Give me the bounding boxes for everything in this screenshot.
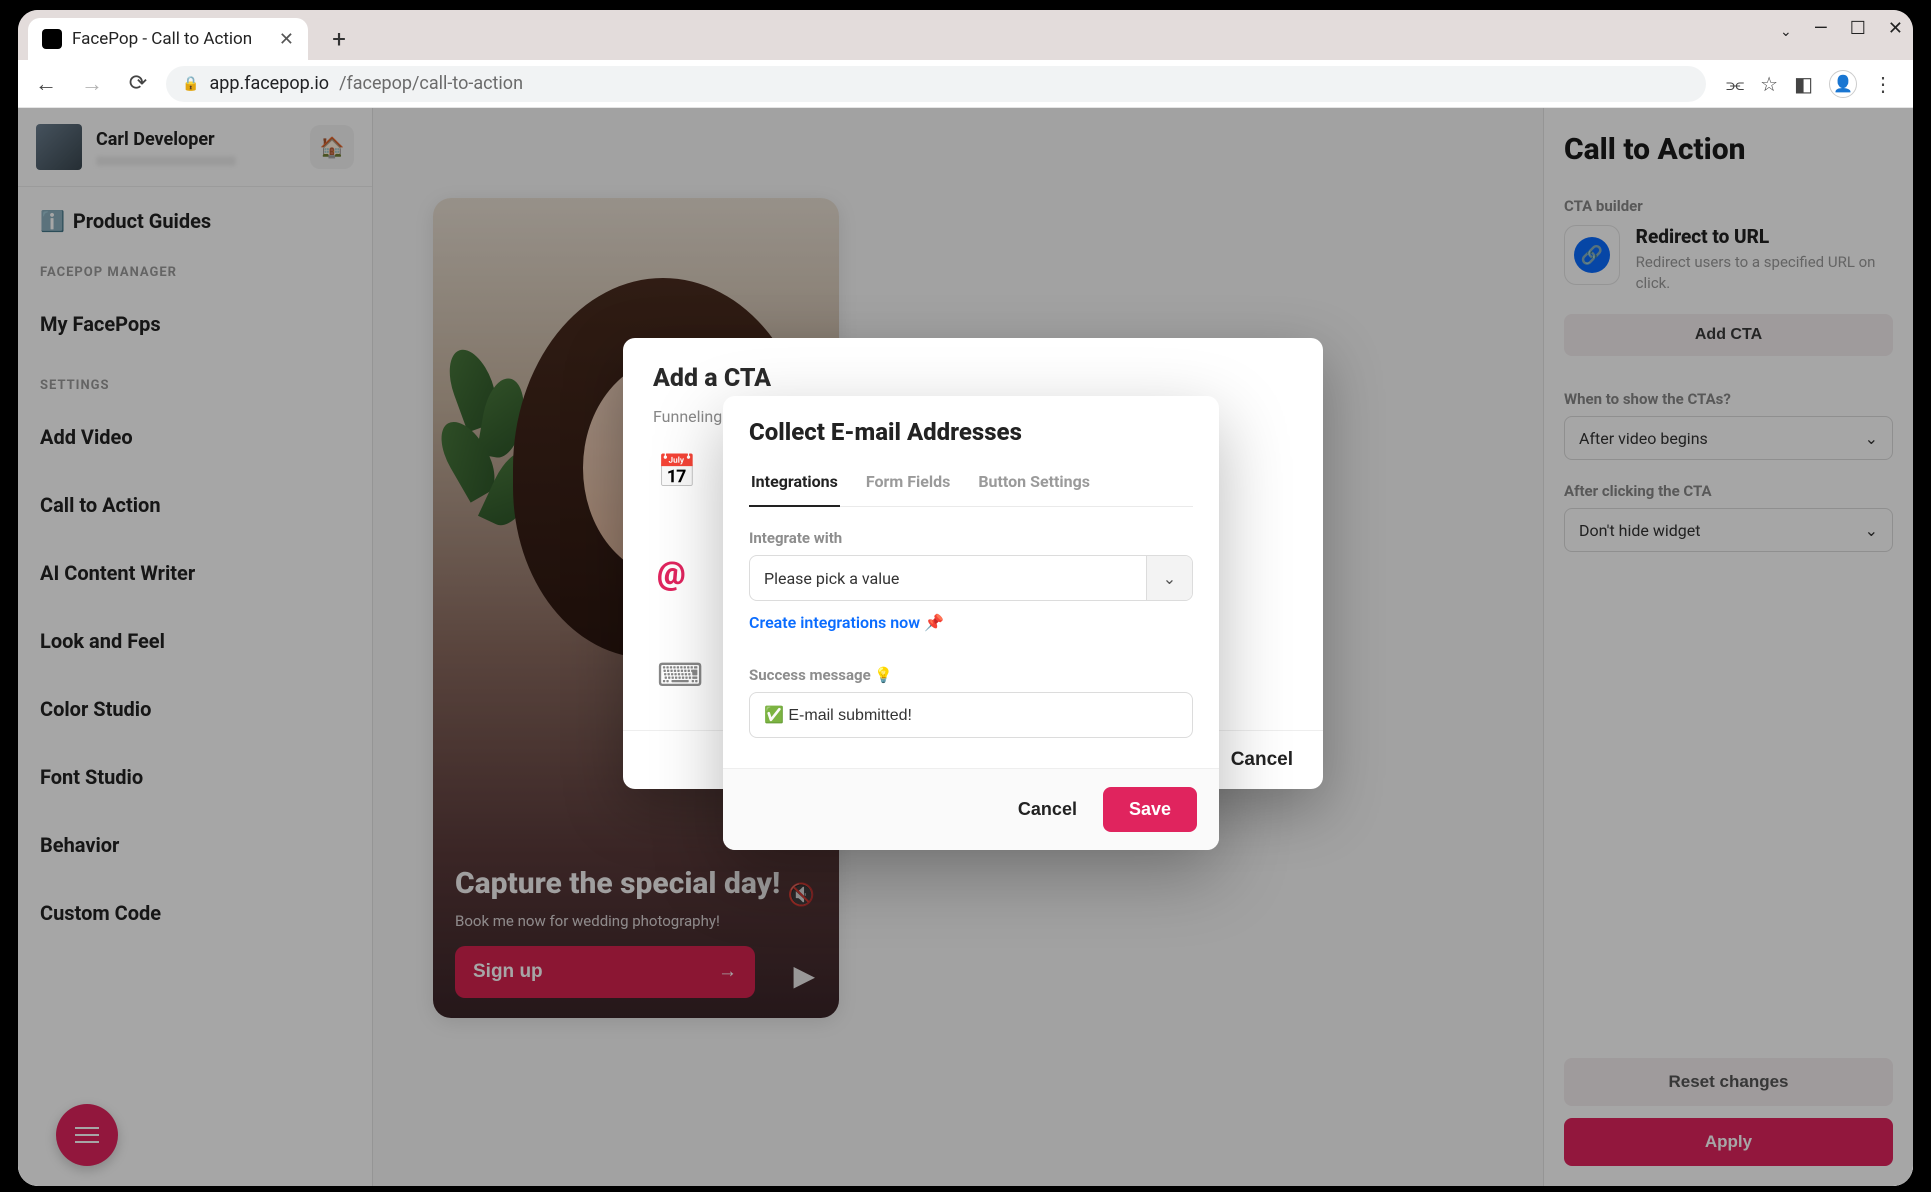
panel-icon[interactable]: ◧: [1794, 72, 1813, 96]
bookmark-icon[interactable]: ☆: [1760, 72, 1778, 96]
url-path: /facepop/call-to-action: [339, 73, 523, 94]
profile-avatar-icon[interactable]: 👤: [1829, 70, 1857, 98]
pin-icon: 📌: [924, 613, 944, 632]
forward-button[interactable]: →: [74, 66, 110, 102]
url-host: app.facepop.io: [209, 73, 329, 94]
close-window-icon[interactable]: ✕: [1888, 18, 1903, 40]
browser-tab[interactable]: FacePop - Call to Action ✕: [28, 18, 308, 60]
success-message-input[interactable]: [749, 692, 1193, 738]
app-shell: Carl Developer 🏠 ℹ️ Product Guides FACEP…: [18, 108, 1913, 1186]
kebab-menu-icon[interactable]: ⋮: [1873, 72, 1893, 96]
success-message-label: Success message 💡: [749, 666, 1193, 684]
collect-email-modal: Collect E-mail Addresses Integrations Fo…: [723, 396, 1219, 850]
integrate-with-value: Please pick a value: [750, 556, 1146, 600]
integrate-with-label: Integrate with: [749, 529, 1193, 547]
browser-window: FacePop - Call to Action ✕ + ⌄ — ☐ ✕ ← →…: [18, 10, 1913, 1186]
share-icon[interactable]: ⫘: [1726, 72, 1744, 96]
collect-email-tabs: Integrations Form Fields Button Settings: [749, 464, 1193, 507]
integrate-with-select[interactable]: Please pick a value ⌄: [749, 555, 1193, 601]
add-cta-title: Add a CTA: [653, 364, 1293, 393]
close-tab-icon[interactable]: ✕: [279, 29, 294, 50]
tab-integrations[interactable]: Integrations: [749, 464, 840, 507]
favicon-icon: [42, 29, 62, 49]
tab-button-settings[interactable]: Button Settings: [976, 464, 1092, 506]
address-actions: ⫘ ☆ ◧ 👤 ⋮: [1716, 70, 1903, 98]
tab-dropdown-icon[interactable]: ⌄: [1780, 24, 1792, 40]
new-tab-button[interactable]: +: [322, 22, 356, 56]
collect-email-cancel-button[interactable]: Cancel: [1006, 791, 1089, 828]
chevron-down-icon: ⌄: [1146, 556, 1192, 600]
minimize-icon[interactable]: —: [1814, 18, 1828, 40]
tab-strip: FacePop - Call to Action ✕ + ⌄ — ☐ ✕: [18, 10, 1913, 60]
url-input[interactable]: 🔒 app.facepop.io/facepop/call-to-action: [166, 66, 1706, 102]
tab-title: FacePop - Call to Action: [72, 29, 252, 49]
maximize-icon[interactable]: ☐: [1850, 18, 1866, 40]
reload-button[interactable]: ⟳: [120, 66, 156, 102]
collect-email-title: Collect E-mail Addresses: [749, 418, 1193, 446]
tab-form-fields[interactable]: Form Fields: [864, 464, 952, 506]
collect-email-save-button[interactable]: Save: [1103, 787, 1197, 832]
create-integrations-link[interactable]: Create integrations now 📌: [749, 613, 944, 632]
back-button[interactable]: ←: [28, 66, 64, 102]
window-controls: ⌄ — ☐ ✕: [1780, 18, 1903, 40]
create-integrations-label: Create integrations now: [749, 613, 920, 632]
address-bar: ← → ⟳ 🔒 app.facepop.io/facepop/call-to-a…: [18, 60, 1913, 108]
add-cta-cancel-button[interactable]: Cancel: [1231, 749, 1293, 771]
lock-icon: 🔒: [182, 76, 199, 92]
